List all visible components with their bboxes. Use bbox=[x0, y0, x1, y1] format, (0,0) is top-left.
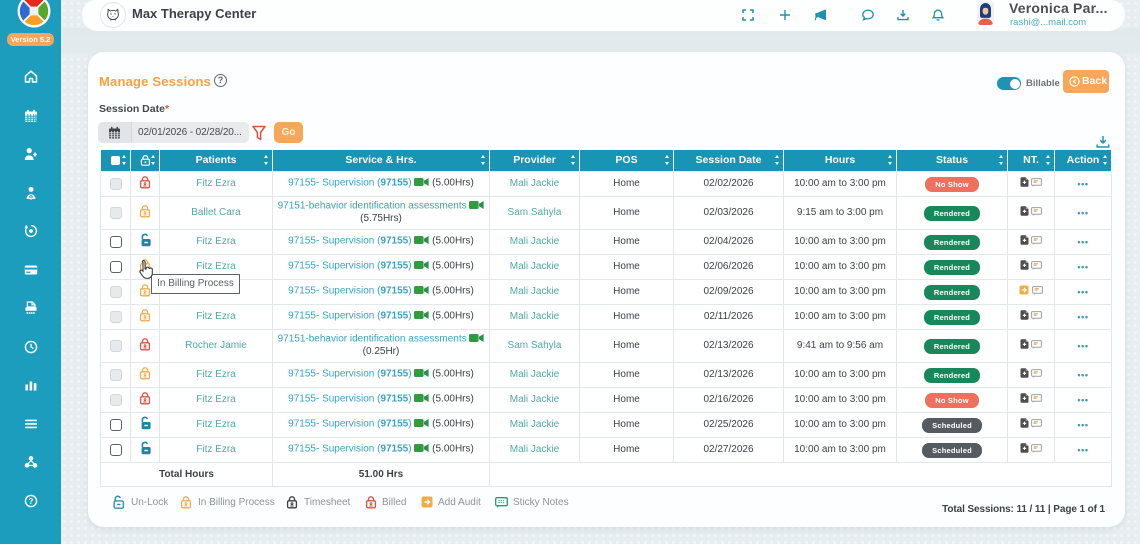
svg-text:?: ? bbox=[28, 496, 33, 505]
svg-text:$: $ bbox=[30, 195, 32, 199]
